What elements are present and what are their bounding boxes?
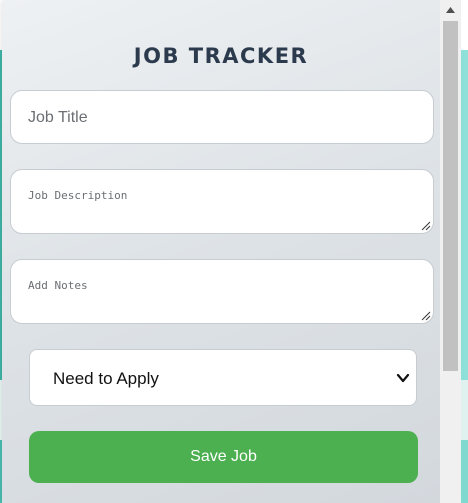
resize-handle-icon[interactable] <box>421 311 431 321</box>
status-selected-value: Need to Apply <box>53 369 159 388</box>
job-description-textarea[interactable]: Job Description <box>10 169 434 234</box>
status-select[interactable]: Need to Apply <box>29 349 417 406</box>
save-job-button[interactable]: Save Job <box>29 431 418 483</box>
job-description-placeholder: Job Description <box>28 189 128 202</box>
page-title: JOB TRACKER <box>133 44 309 68</box>
scrollbar-thumb[interactable] <box>443 21 458 371</box>
job-tracker-panel: JOB TRACKER Job Title Job Description Ad… <box>2 0 440 503</box>
job-title-placeholder: Job Title <box>28 109 88 126</box>
scroll-up-arrow-icon[interactable] <box>440 0 461 21</box>
notes-placeholder: Add Notes <box>28 279 88 292</box>
job-title-input[interactable]: Job Title <box>10 90 434 144</box>
vertical-scrollbar[interactable] <box>440 0 461 503</box>
resize-handle-icon[interactable] <box>421 221 431 231</box>
notes-textarea[interactable]: Add Notes <box>10 259 434 324</box>
chevron-down-icon <box>396 373 410 383</box>
